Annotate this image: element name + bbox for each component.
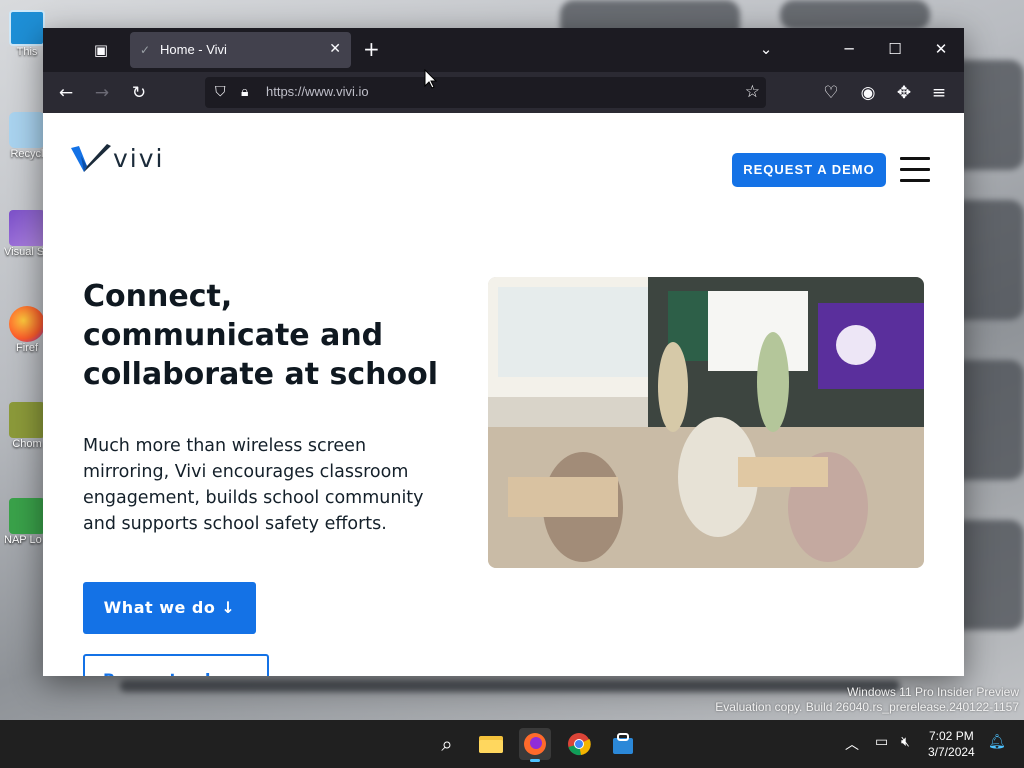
vivi-logo-mark-icon <box>71 144 111 172</box>
back-icon[interactable]: ← <box>54 81 78 105</box>
tab-title: Home - Vivi <box>160 42 227 57</box>
vivi-logo[interactable]: vivi <box>71 142 164 174</box>
watermark-line-2: Evaluation copy. Build 26040.rs_prerelea… <box>715 700 1019 714</box>
notification-bell-icon[interactable]: 🔔︎ <box>988 734 1006 750</box>
volume-icon[interactable]: 🔇︎ <box>901 734 910 750</box>
request-demo-outline-button[interactable]: Request a demo <box>83 654 269 676</box>
network-icon[interactable]: ▭ <box>875 734 888 750</box>
hero-description: Much more than wireless screen mirroring… <box>83 436 424 534</box>
logo-text: vivi <box>113 143 165 173</box>
account-icon[interactable]: ◉ <box>856 81 880 105</box>
browser-window: ▣ ✓ Home - Vivi ✕ + ⌄ ─ ☐ ✕ ← → ↻ ⛉ 🔒︎ h… <box>43 28 964 676</box>
hamburger-menu-icon[interactable] <box>900 157 930 183</box>
vivi-favicon-icon: ✓ <box>140 43 151 57</box>
close-tab-icon[interactable]: ✕ <box>329 41 341 57</box>
nap-icon <box>9 498 45 534</box>
show-hidden-icons-icon[interactable]: ︿ <box>845 734 859 754</box>
lock-icon[interactable]: 🔒︎ <box>241 83 248 101</box>
reload-icon[interactable]: ↻ <box>127 81 151 105</box>
clock[interactable]: 7:02 PM 3/7/2024 <box>928 728 975 760</box>
firefox-icon <box>9 306 45 342</box>
minimize-icon[interactable]: ─ <box>834 38 864 60</box>
address-bar[interactable]: ⛉ 🔒︎ https://www.vivi.io ☆ <box>205 77 766 108</box>
tab-list-icon[interactable]: ▣ <box>91 40 111 60</box>
visual-studio-icon <box>9 210 45 246</box>
windows-watermark: Windows 11 Pro Insider Preview Evaluatio… <box>715 685 1019 715</box>
app-icon <box>9 402 45 438</box>
search-icon[interactable]: ⌕ <box>431 728 463 760</box>
navigation-bar: ← → ↻ ⛉ 🔒︎ https://www.vivi.io ☆ ♡ ◉ ✥ ≡ <box>43 72 964 113</box>
chrome-icon[interactable] <box>563 728 595 760</box>
web-page: vivi REQUEST A DEMO Connect, communicate… <box>43 113 964 676</box>
pocket-icon[interactable]: ♡ <box>819 81 843 105</box>
maximize-icon[interactable]: ☐ <box>880 38 910 60</box>
store-icon[interactable] <box>607 728 639 760</box>
request-demo-button[interactable]: REQUEST A DEMO <box>732 153 886 187</box>
clock-date: 3/7/2024 <box>928 745 975 759</box>
list-all-tabs-icon[interactable]: ⌄ <box>751 38 781 60</box>
bookmark-star-icon[interactable]: ☆ <box>745 82 760 102</box>
new-tab-icon[interactable]: + <box>363 38 380 60</box>
shield-icon[interactable]: ⛉ <box>215 83 226 101</box>
tab-home-vivi[interactable]: ✓ Home - Vivi ✕ <box>130 32 351 68</box>
firefox-taskbar-icon[interactable] <box>519 728 551 762</box>
mouse-cursor-icon <box>424 69 438 89</box>
monitor-icon <box>9 10 45 46</box>
recycle-bin-icon <box>9 112 45 148</box>
file-explorer-icon[interactable] <box>475 728 507 760</box>
clock-time: 7:02 PM <box>929 729 974 743</box>
classroom-photo <box>488 277 924 568</box>
what-we-do-button[interactable]: What we do ↓ <box>83 582 256 634</box>
forward-icon[interactable]: → <box>90 81 114 105</box>
extensions-icon[interactable]: ✥ <box>892 81 916 105</box>
tab-bar: ▣ ✓ Home - Vivi ✕ + ⌄ ─ ☐ ✕ <box>43 28 964 72</box>
watermark-line-1: Windows 11 Pro Insider Preview <box>847 685 1019 699</box>
close-window-icon[interactable]: ✕ <box>926 38 956 60</box>
menu-icon[interactable]: ≡ <box>927 81 951 105</box>
hero-title: Connect, communicate and collaborate at … <box>83 279 438 392</box>
url-text[interactable]: https://www.vivi.io <box>266 84 369 99</box>
taskbar: ⌕ ︿ ▭ 🔇︎ 7:02 PM 3/7/2024 🔔︎ <box>0 720 1024 768</box>
